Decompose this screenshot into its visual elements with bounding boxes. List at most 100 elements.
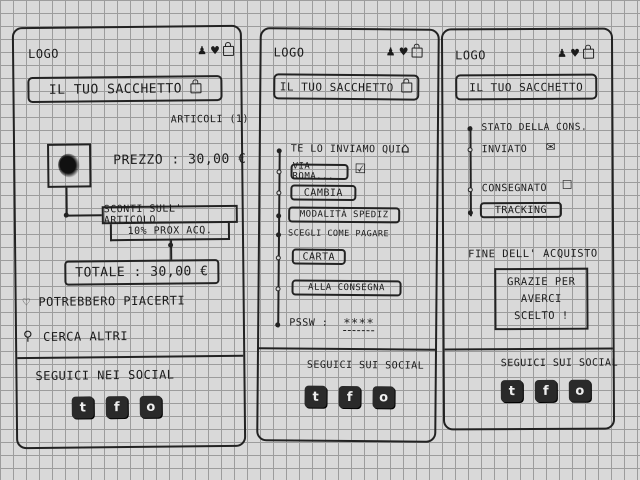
social-links: t f o (304, 385, 395, 409)
header-icons: ♟ ♥ (197, 44, 235, 57)
home-icon: ⌂ (400, 140, 410, 157)
bag-icon[interactable] (583, 48, 595, 59)
thanks-line: GRAZIE PER (507, 275, 576, 288)
wishlist-label: POTREBBERO PIACERTI (38, 293, 186, 309)
card-label: CARTA (302, 251, 336, 263)
connector (65, 187, 68, 215)
confirmation-screen: LOGO ♟ ♥ IL TUO SACCHETTO STATO DELLA CO… (440, 27, 619, 431)
bag-title-bar[interactable]: IL TUO SACCHETTO (27, 75, 223, 104)
logo[interactable]: LOGO (274, 45, 305, 59)
password-label: PSSW : (289, 317, 329, 329)
timeline-ring (467, 187, 473, 193)
bag-icon (401, 82, 413, 93)
search-row[interactable]: ⚲ CERCA ALTRI (22, 328, 129, 345)
price-label: PREZZO : 30,00 € (113, 151, 247, 169)
bag-icon (190, 83, 202, 94)
card-payment-button[interactable]: CARTA (291, 248, 346, 265)
truck-icon: ☐ (561, 177, 573, 192)
facebook-icon[interactable]: f (338, 385, 361, 409)
instagram-icon[interactable]: o (139, 395, 162, 418)
address-field[interactable]: VIA ROMA... (290, 161, 349, 182)
discount-next-text: 10% PROX ACQ. (127, 225, 213, 238)
timeline-ring (275, 255, 281, 261)
password-input[interactable]: **** (343, 315, 375, 332)
change-address-button[interactable]: CAMBIA (290, 184, 357, 202)
tracking-button[interactable]: TRACKING (479, 201, 562, 219)
social-title: SEGUICI SUI SOCIAL (500, 357, 619, 370)
search-icon: ⚲ (22, 329, 34, 345)
tracking-label: TRACKING (494, 204, 548, 216)
heart-icon[interactable]: ♥ (210, 44, 220, 57)
tumblr-icon[interactable]: t (304, 385, 327, 408)
thanks-line: AVERCI (520, 292, 562, 305)
shipping-mode-label: MODALITÀ SPEDIZ (299, 209, 389, 221)
tumblr-icon[interactable]: t (500, 380, 523, 403)
instagram-icon[interactable]: o (568, 379, 591, 402)
check-icon[interactable]: ☑ (355, 162, 367, 177)
timeline (277, 149, 281, 328)
heart-icon[interactable]: ♥ (570, 47, 580, 60)
connector-dot (168, 242, 174, 248)
bag-title-bar[interactable]: IL TUO SACCHETTO (273, 73, 420, 101)
bag-title-bar[interactable]: IL TUO SACCHETTO (455, 73, 598, 101)
user-icon[interactable]: ♟ (386, 45, 396, 58)
status-title: STATO DELLA CONS. (481, 121, 588, 134)
bag-icon[interactable] (223, 45, 235, 57)
timeline-dot (275, 322, 281, 328)
timeline-dot (467, 126, 473, 132)
shipping-mode-button[interactable]: MODALITÀ SPEDIZ (288, 206, 401, 224)
social-links: t f o (71, 395, 162, 419)
timeline (469, 126, 472, 217)
pay-on-delivery-label: ALLA CONSEGNA (308, 282, 386, 294)
divider (444, 347, 613, 351)
social-title: SEGUICI NEI SOCIAL (35, 367, 175, 383)
divider (17, 354, 244, 360)
address-text: VIA ROMA... (292, 161, 334, 182)
wishlist-row[interactable]: ♡ POTREBBERO PIACERTI (23, 293, 186, 309)
user-icon[interactable]: ♟ (197, 44, 207, 57)
ship-here-label: TE LO INVIAMO QUI (290, 143, 402, 156)
timeline-ring (467, 147, 473, 153)
heart-icon[interactable]: ♥ (399, 45, 409, 58)
header-icons: ♟ ♥ (557, 47, 595, 60)
total-text: TOTALE : 30,00 € (75, 264, 209, 281)
delivered-status: CONSEGNATO (481, 182, 548, 195)
choose-payment-label: SCEGLI COME PAGARE (287, 228, 390, 240)
instagram-icon[interactable]: o (372, 386, 395, 409)
thanks-line: SCELTO ! (514, 309, 569, 322)
items-count: ARTICOLI (1) (170, 113, 250, 126)
logo[interactable]: LOGO (455, 48, 486, 62)
search-label: CERCA ALTRI (42, 328, 129, 344)
cart-screen: LOGO ♟ ♥ IL TUO SACCHETTO ARTICOLI (1) P… (11, 24, 250, 450)
bag-icon[interactable] (411, 47, 423, 58)
social-title: SEGUICI SUI SOCIAL (306, 359, 425, 372)
divider (258, 347, 436, 351)
timeline-ring (276, 190, 282, 196)
checkout-screen: LOGO ♟ ♥ IL TUO SACCHETTO TE LO INVIAMO … (256, 27, 440, 443)
pay-on-delivery-button[interactable]: ALLA CONSEGNA (291, 279, 402, 297)
discount-box[interactable]: SCONTI SULL' ARTICOLO (101, 203, 238, 226)
social-links: t f o (500, 379, 591, 403)
discount-next-box: 10% PROX ACQ. (109, 222, 231, 242)
product-thumbnail-icon (54, 150, 84, 181)
timeline-dot (467, 210, 473, 216)
product-image[interactable] (47, 143, 92, 188)
timeline-ring (276, 169, 282, 175)
sent-status: INVIATO (481, 144, 528, 156)
timeline-dot (276, 148, 282, 154)
timeline-ring (275, 286, 281, 292)
timeline-dot (275, 232, 282, 238)
facebook-icon[interactable]: f (534, 379, 557, 402)
heart-icon: ♡ (22, 295, 31, 310)
bag-title: IL TUO SACCHETTO (279, 79, 394, 94)
thanks-box: GRAZIE PER AVERCI SCELTO ! (494, 267, 589, 331)
header-icons: ♟ ♥ (386, 45, 423, 59)
tumblr-icon[interactable]: t (71, 396, 94, 419)
total-box: TOTALE : 30,00 € (64, 259, 220, 286)
user-icon[interactable]: ♟ (557, 47, 567, 60)
mail-icon: ✉ (545, 139, 556, 154)
facebook-icon[interactable]: f (105, 396, 128, 419)
change-label: CAMBIA (303, 187, 343, 199)
logo[interactable]: LOGO (28, 47, 59, 61)
end-title: FINE DELL' ACQUISTO (468, 247, 598, 261)
